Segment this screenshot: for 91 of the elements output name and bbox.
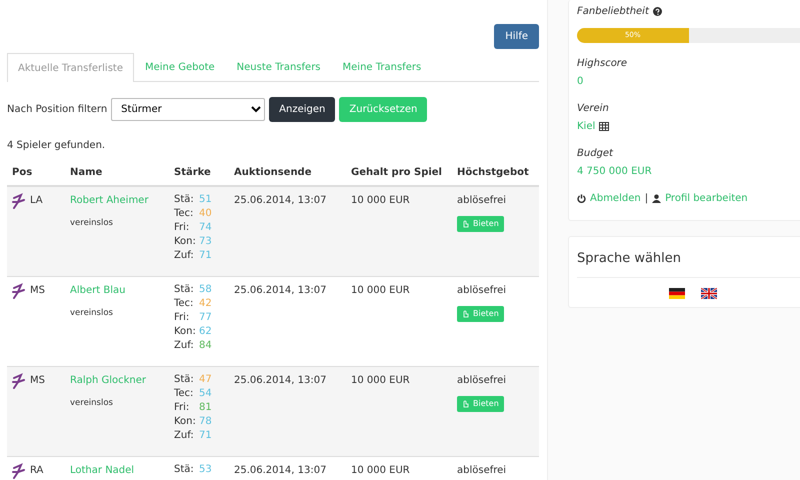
position-text: RA [30, 464, 44, 478]
stat-label: Stä: [174, 283, 195, 297]
stat-label: Fri: [174, 311, 190, 325]
separator-text: | [644, 192, 648, 206]
stat-value: 74 [199, 221, 212, 235]
stat-label: Tec: [174, 387, 194, 401]
field-label: Budget [577, 147, 614, 161]
help-icon [652, 7, 662, 16]
table-icon [599, 122, 610, 131]
auction-end-text: 25.06.2014, 13:07 [234, 194, 328, 208]
stat-value: 71 [199, 429, 212, 443]
tab[interactable]: Meine Gebote [134, 53, 226, 81]
filter-label: Nach Position filtern [7, 103, 108, 117]
club-text: vereinslos [70, 307, 114, 320]
stat-label: Tec: [174, 297, 194, 311]
stat-label: Kon: [174, 415, 197, 429]
stat-label: Stä: [174, 463, 195, 477]
field-value: 4 750 000 EUR [577, 165, 652, 179]
auction-end-text: 25.06.2014, 13:07 [234, 464, 328, 478]
player-name-link[interactable]: Robert Aheimer [70, 193, 174, 208]
player-name-link[interactable]: Ralph Glockner [70, 373, 174, 388]
stat-label: Zuf: [174, 339, 195, 353]
column-header: Gehalt pro Spiel [351, 166, 443, 180]
bid-button[interactable]: Bieten [457, 306, 504, 322]
highest-bid-text: ablösefrei [457, 374, 508, 388]
reset-button[interactable]: Zurücksetzen [339, 97, 428, 122]
stat-value: 77 [199, 311, 212, 325]
column-header: Name [70, 166, 104, 180]
stat-value: 42 [199, 297, 212, 311]
stat-value: 81 [199, 401, 212, 415]
salary-text: 10 000 EUR [351, 284, 411, 298]
salary-text: 10 000 EUR [351, 374, 411, 388]
highest-bid-text: ablösefrei [457, 464, 508, 478]
player-name-link[interactable]: Lothar Nadel [70, 463, 174, 478]
stat-label: Stä: [174, 193, 195, 207]
result-text: 4 Spieler gefunden. [7, 139, 106, 153]
german-flag-icon[interactable] [669, 288, 685, 298]
stat-value: 40 [199, 207, 212, 221]
column-header: Pos [12, 166, 34, 180]
stat-label: Fri: [174, 401, 190, 415]
position-text: MS [30, 284, 45, 298]
field-value: 0 [577, 75, 584, 89]
show-button[interactable]: Anzeigen [269, 97, 336, 122]
help-button[interactable]: Hilfe [494, 24, 539, 49]
stat-value: 84 [199, 339, 212, 353]
column-header: Stärke [174, 166, 212, 180]
highest-bid-text: ablösefrei [457, 194, 508, 208]
stat-value: 58 [199, 283, 212, 297]
stat-value: 53 [199, 463, 212, 477]
field-value[interactable]: Kiel [577, 119, 596, 134]
auction-end-text: 25.06.2014, 13:07 [234, 374, 328, 388]
bid-button[interactable]: Bieten [457, 216, 504, 232]
tab[interactable]: Neuste Transfers [226, 53, 332, 81]
stat-value: 73 [199, 235, 212, 249]
club-text: vereinslos [70, 217, 114, 230]
column-header: Höchstgebot [457, 166, 530, 180]
stat-label: Tec: [174, 207, 194, 221]
auction-end-text: 25.06.2014, 13:07 [234, 284, 328, 298]
tab[interactable]: Aktuelle Transferliste [7, 53, 134, 82]
stat-label: Kon: [174, 235, 197, 249]
british-flag-icon[interactable] [701, 288, 717, 298]
stat-label: Zuf: [174, 429, 195, 443]
stat-label: Fri: [174, 221, 190, 235]
highest-bid-text: ablösefrei [457, 284, 508, 298]
stat-value: 51 [199, 193, 212, 207]
stat-value: 54 [199, 387, 212, 401]
power-icon [577, 194, 586, 203]
club-text: vereinslos [70, 397, 114, 410]
position-text: LA [30, 194, 43, 208]
logout-link[interactable]: Abmelden [590, 191, 641, 206]
stat-value: 71 [199, 249, 212, 263]
language-title: Sprache wählen [577, 249, 800, 278]
bid-button[interactable]: Bieten [457, 396, 504, 412]
field-label: Highscore [577, 57, 628, 71]
stat-label: Zuf: [174, 249, 195, 263]
position-select[interactable]: Stürmer [111, 98, 266, 121]
stat-value: 62 [199, 325, 212, 339]
tab[interactable]: Meine Transfers [332, 53, 432, 81]
player-name-link[interactable]: Albert Blau [70, 283, 174, 298]
salary-text: 10 000 EUR [351, 194, 411, 208]
fan-popularity-label: Fanbeliebtheit [577, 5, 649, 19]
stat-label: Stä: [174, 373, 195, 387]
stat-value: 78 [199, 415, 212, 429]
column-header: Auktionsende [234, 166, 312, 180]
stat-label: Kon: [174, 325, 197, 339]
field-label: Verein [577, 102, 610, 116]
user-icon [652, 194, 662, 203]
salary-text: 10 000 EUR [351, 464, 411, 478]
position-text: MS [30, 374, 45, 388]
edit-profile-link[interactable]: Profil bearbeiten [665, 191, 748, 206]
stat-value: 47 [199, 373, 212, 387]
